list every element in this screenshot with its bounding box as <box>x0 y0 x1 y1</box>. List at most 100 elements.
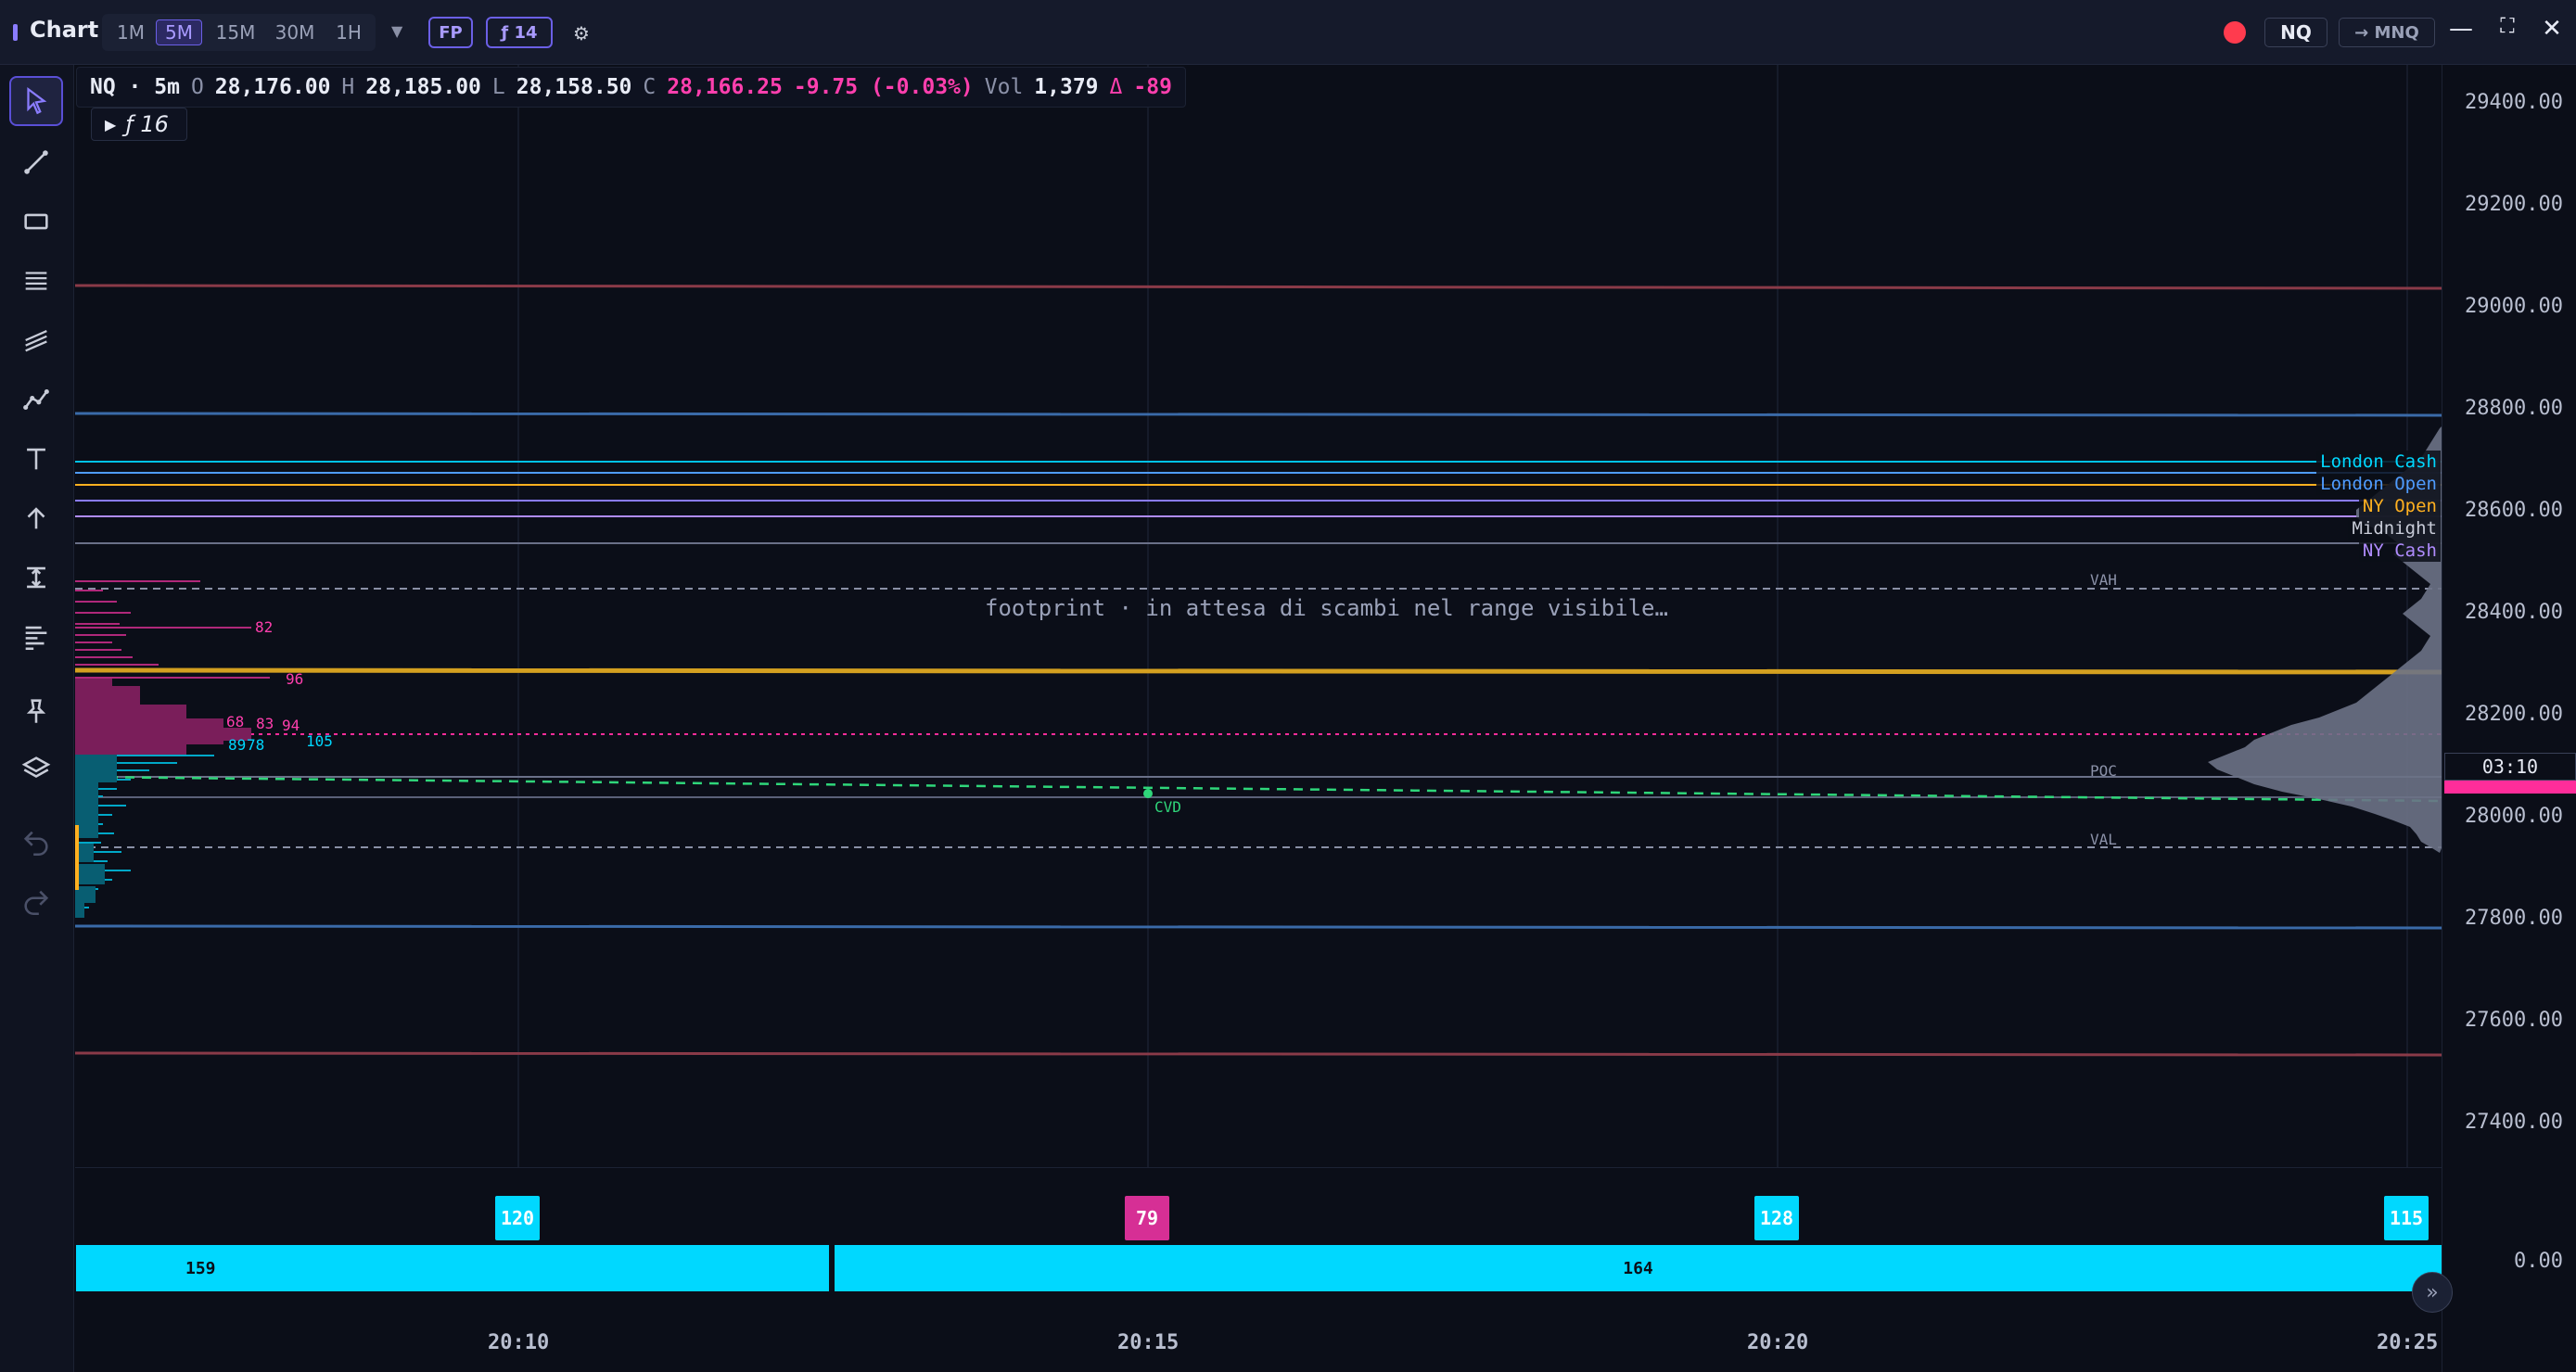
layers-icon <box>21 756 51 778</box>
timeframe-1m[interactable]: 1M <box>111 19 150 45</box>
double-chevron-right-icon: » <box>2426 1280 2439 1304</box>
volume-bar-bottom: 159 <box>76 1245 829 1291</box>
cursor-tool[interactable] <box>9 76 63 126</box>
price-tick: 28600.00 <box>2465 499 2563 522</box>
scroll-to-realtime-button[interactable]: » <box>2412 1272 2453 1313</box>
parallel-channel-tool[interactable] <box>9 315 63 365</box>
footprint-number: 89 <box>228 736 247 754</box>
level-line-blue-upper <box>75 412 2442 417</box>
current-price-marker <box>2444 781 2576 794</box>
record-icon[interactable] <box>2224 21 2246 44</box>
price-tick: 28800.00 <box>2465 397 2563 420</box>
path-tool[interactable] <box>9 375 63 425</box>
price-tick: 27800.00 <box>2465 907 2563 930</box>
measure-icon <box>27 566 45 589</box>
time-tick: 20:10 <box>488 1331 550 1354</box>
price-tick: 29000.00 <box>2465 295 2563 318</box>
close-label: C <box>643 75 657 99</box>
level-label-ny-cash: NY Cash <box>2358 540 2441 562</box>
undo-button[interactable] <box>9 818 63 868</box>
timeframe-5m[interactable]: 5M <box>156 19 202 45</box>
time-tick: 20:15 <box>1117 1331 1180 1354</box>
low-label: L <box>491 75 505 99</box>
pin-tool[interactable] <box>9 686 63 736</box>
layers-tool[interactable] <box>9 743 63 794</box>
top-bar: Chart 1M 5M 15M 30M 1H ▼ FP ƒ 14 ⚙ NQ → … <box>0 0 2576 65</box>
rectangle-tool[interactable] <box>9 197 63 247</box>
price-tick: 27600.00 <box>2465 1009 2563 1032</box>
text-icon <box>27 448 45 470</box>
vah-tag: VAH <box>2090 571 2117 589</box>
horizontal-lines-icon <box>25 272 47 290</box>
delta-label: Δ <box>1109 75 1123 99</box>
horizontal-lines-tool[interactable] <box>9 256 63 306</box>
price-tick: 28400.00 <box>2465 601 2563 624</box>
measure-tool[interactable] <box>9 553 63 603</box>
price-axis[interactable]: 29400.00 29200.00 29000.00 28800.00 2860… <box>2442 65 2576 1372</box>
symbol-timeframe: NQ · 5m <box>90 75 180 99</box>
price-tick: 28200.00 <box>2465 703 2563 726</box>
footprint-status-message: footprint · in attesa di scambi nel rang… <box>985 595 1668 621</box>
price-tick: 27400.00 <box>2465 1111 2563 1134</box>
timeframe-more-icon[interactable]: ▼ <box>391 22 402 40</box>
symbol-button[interactable]: NQ <box>2264 18 2327 47</box>
footprint-number: 94 <box>282 717 300 734</box>
volume-bar-top: 79 <box>1125 1196 1169 1240</box>
cursor-icon <box>27 86 47 115</box>
rectangle-icon <box>24 213 48 230</box>
volume-bar-top: 120 <box>495 1196 540 1240</box>
change-value: -9.75 (-0.03%) <box>793 75 974 99</box>
polyline-icon <box>23 388 49 411</box>
pin-icon <box>26 699 46 723</box>
footprint-number: 96 <box>286 670 304 688</box>
app-title: Chart <box>30 17 99 43</box>
redo-icon <box>24 890 49 916</box>
close-icon[interactable]: ✕ <box>2535 15 2569 43</box>
volume-profile-icon <box>25 626 47 651</box>
volume-bar-value: 159 <box>185 1258 216 1278</box>
footprint-number: 82 <box>255 618 274 636</box>
level-line-red-lower <box>75 1051 2442 1057</box>
drawing-toolbar <box>0 65 74 1372</box>
level-label-london-cash: London Cash <box>2316 451 2441 473</box>
time-tick: 20:25 <box>2377 1331 2439 1354</box>
time-tick: 20:20 <box>1747 1331 1809 1354</box>
arrow-up-icon <box>27 507 45 529</box>
level-label-midnight: Midnight <box>2348 517 2441 540</box>
indicator-list-toggle[interactable]: ▶ ƒ 16 <box>91 108 187 141</box>
level-line-red-upper <box>75 284 2442 290</box>
volume-bar-top: 128 <box>1754 1196 1799 1240</box>
gear-icon[interactable]: ⚙ <box>573 22 590 44</box>
maximize-icon[interactable]: ⛶ <box>2491 15 2524 38</box>
high-value: 28,185.00 <box>365 75 481 99</box>
price-tick: 29200.00 <box>2465 193 2563 216</box>
indicators-button[interactable]: ƒ 14 <box>486 17 553 48</box>
footprint-toggle-button[interactable]: FP <box>428 17 473 48</box>
timeframe-15m[interactable]: 15M <box>210 19 261 45</box>
ohlc-header: NQ · 5m O 28,176.00 H 28,185.00 L 28,158… <box>76 67 1186 108</box>
timeframe-30m[interactable]: 30M <box>269 19 321 45</box>
redo-button[interactable] <box>9 877 63 927</box>
text-tool[interactable] <box>9 434 63 484</box>
volume-profile-tool[interactable] <box>9 612 63 662</box>
cvd-tag: CVD <box>1154 798 1181 816</box>
open-label: O <box>190 75 204 99</box>
volume-bar-bottom: 164 <box>835 1245 2442 1291</box>
cvd-point <box>1143 789 1153 798</box>
trendline-tool[interactable] <box>9 137 63 187</box>
volume-value: 1,379 <box>1034 75 1099 99</box>
footprint-number: 83 <box>256 715 274 732</box>
footprint-number: 68 <box>226 713 245 730</box>
volume-label: Vol <box>984 75 1024 99</box>
secondary-symbol-button[interactable]: → MNQ <box>2339 18 2435 47</box>
arrow-tool[interactable] <box>9 493 63 543</box>
volume-bar-value: 164 <box>1623 1258 1653 1278</box>
chevron-right-icon: ▶ <box>105 115 117 133</box>
footprint-number: 105 <box>306 732 333 750</box>
timeframe-1h[interactable]: 1H <box>328 19 369 45</box>
open-value: 28,176.00 <box>214 75 331 99</box>
minimize-icon[interactable]: — <box>2444 15 2478 43</box>
volume-bar-top: 115 <box>2384 1196 2429 1240</box>
delta-value: -89 <box>1133 75 1172 99</box>
price-tick: 29400.00 <box>2465 91 2563 114</box>
